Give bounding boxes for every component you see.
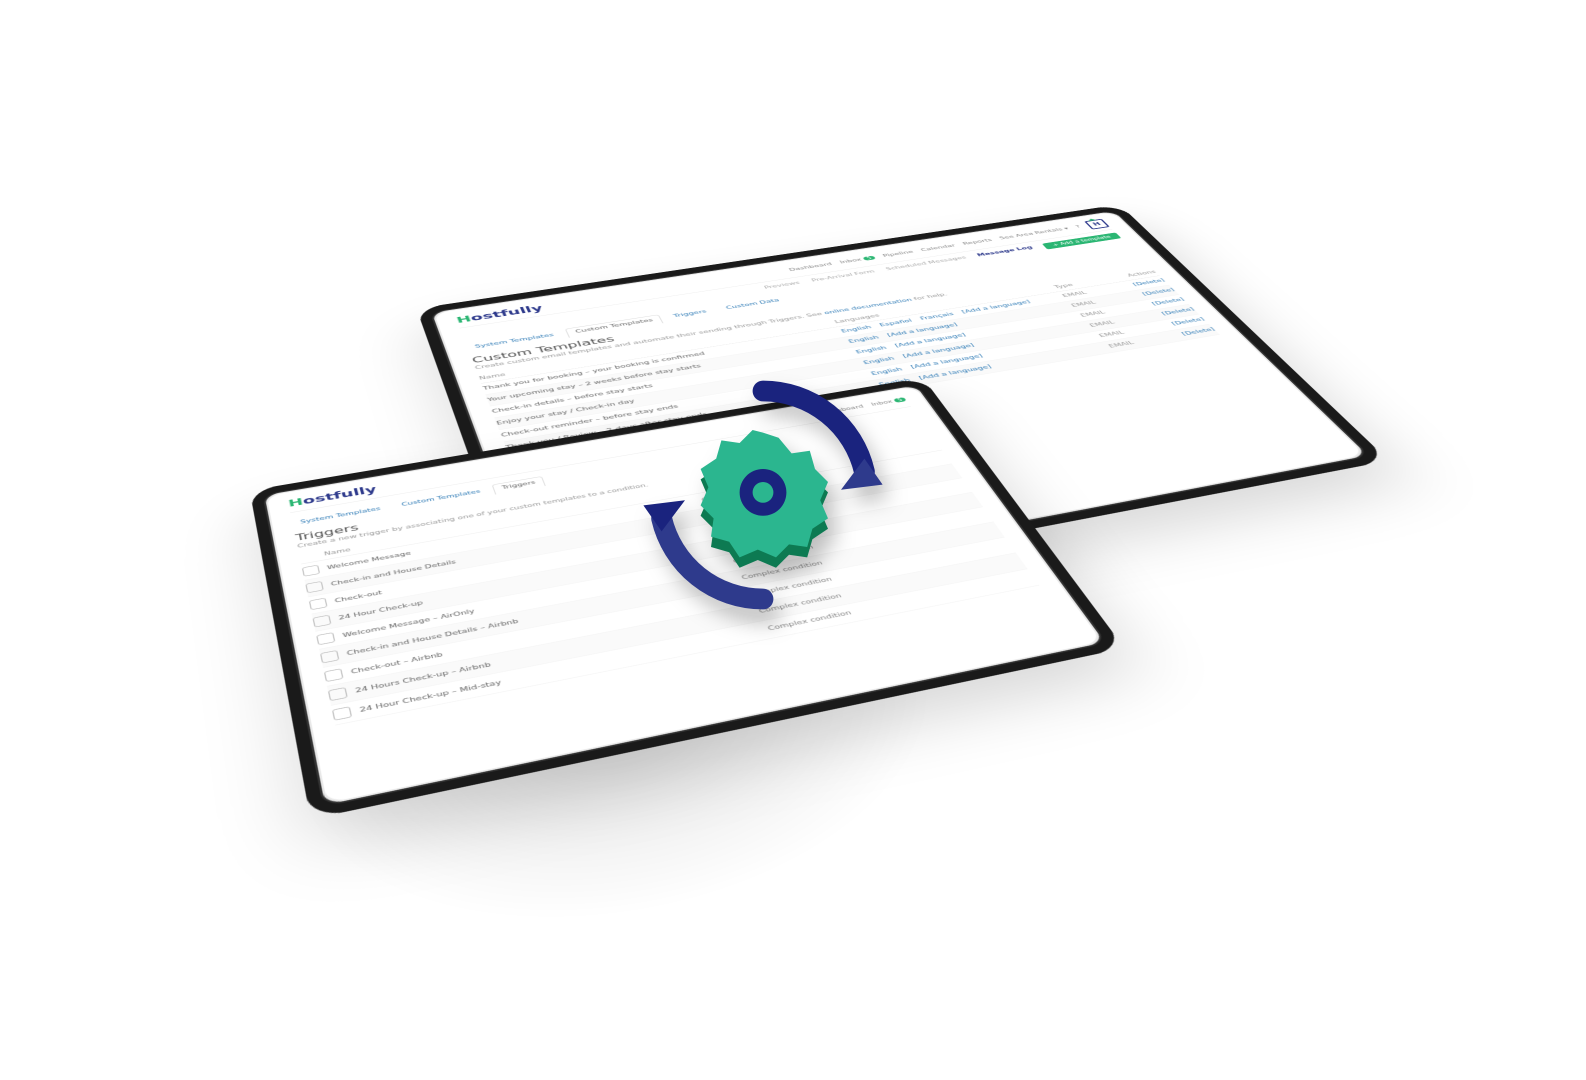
nav-reports[interactable]: Reports — [962, 238, 994, 246]
nav-inbox[interactable]: Inbox 5 — [839, 256, 877, 265]
checkbox-icon[interactable] — [302, 565, 320, 577]
checkbox-icon[interactable] — [324, 668, 344, 682]
brand-icon[interactable]: H — [1084, 219, 1110, 230]
checkbox-icon[interactable] — [312, 615, 331, 628]
checkbox-icon[interactable] — [305, 581, 323, 593]
checkbox-icon[interactable] — [328, 687, 348, 701]
checkbox-icon[interactable] — [309, 598, 328, 610]
checkbox-icon[interactable] — [320, 650, 339, 663]
automation-gear-icon — [633, 365, 893, 625]
subnav-previews[interactable]: Previews — [763, 281, 802, 293]
help-icon[interactable]: ? — [1075, 225, 1083, 229]
nav-dashboard[interactable]: Dashboard — [788, 262, 833, 272]
nav-pipeline[interactable]: Pipeline — [882, 250, 915, 258]
nav-calendar[interactable]: Calendar — [920, 244, 957, 253]
checkbox-icon[interactable] — [316, 632, 335, 645]
inbox-badge: 5 — [862, 256, 876, 261]
inbox-badge: 5 — [893, 397, 907, 403]
checkbox-icon[interactable] — [332, 706, 352, 720]
